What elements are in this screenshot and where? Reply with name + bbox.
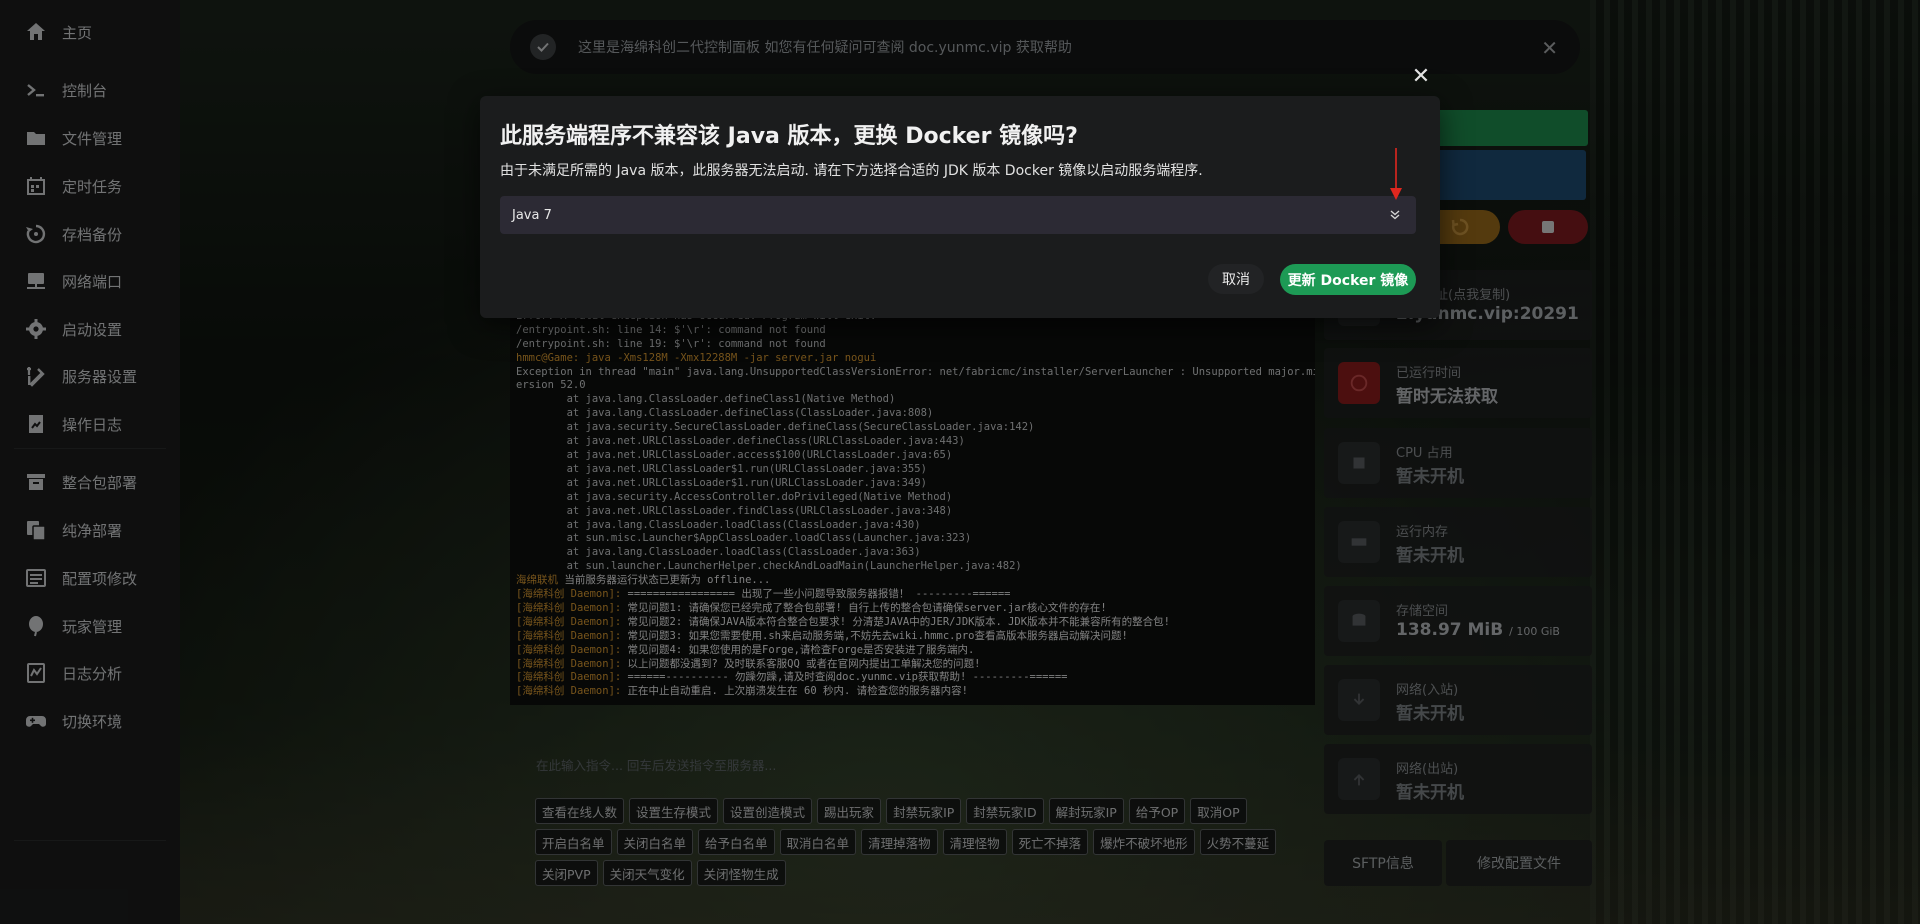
cancel-button[interactable]: 取消: [1208, 264, 1264, 294]
dialog-close-icon[interactable]: ✕: [1410, 64, 1432, 89]
dialog-title: 此服务端程序不兼容该 Java 版本，更换 Docker 镜像吗?: [500, 124, 1078, 149]
update-docker-image-button[interactable]: 更新 Docker 镜像: [1280, 264, 1416, 295]
red-arrow-annotation: [1390, 148, 1402, 200]
java-version-selected: Java 7: [512, 207, 552, 223]
chevron-down-icon: [1390, 210, 1400, 220]
java-version-select[interactable]: Java 7: [500, 196, 1416, 234]
dialog-description: 由于未满足所需的 Java 版本，此服务器无法启动. 请在下方选择合适的 JDK…: [500, 163, 1203, 179]
